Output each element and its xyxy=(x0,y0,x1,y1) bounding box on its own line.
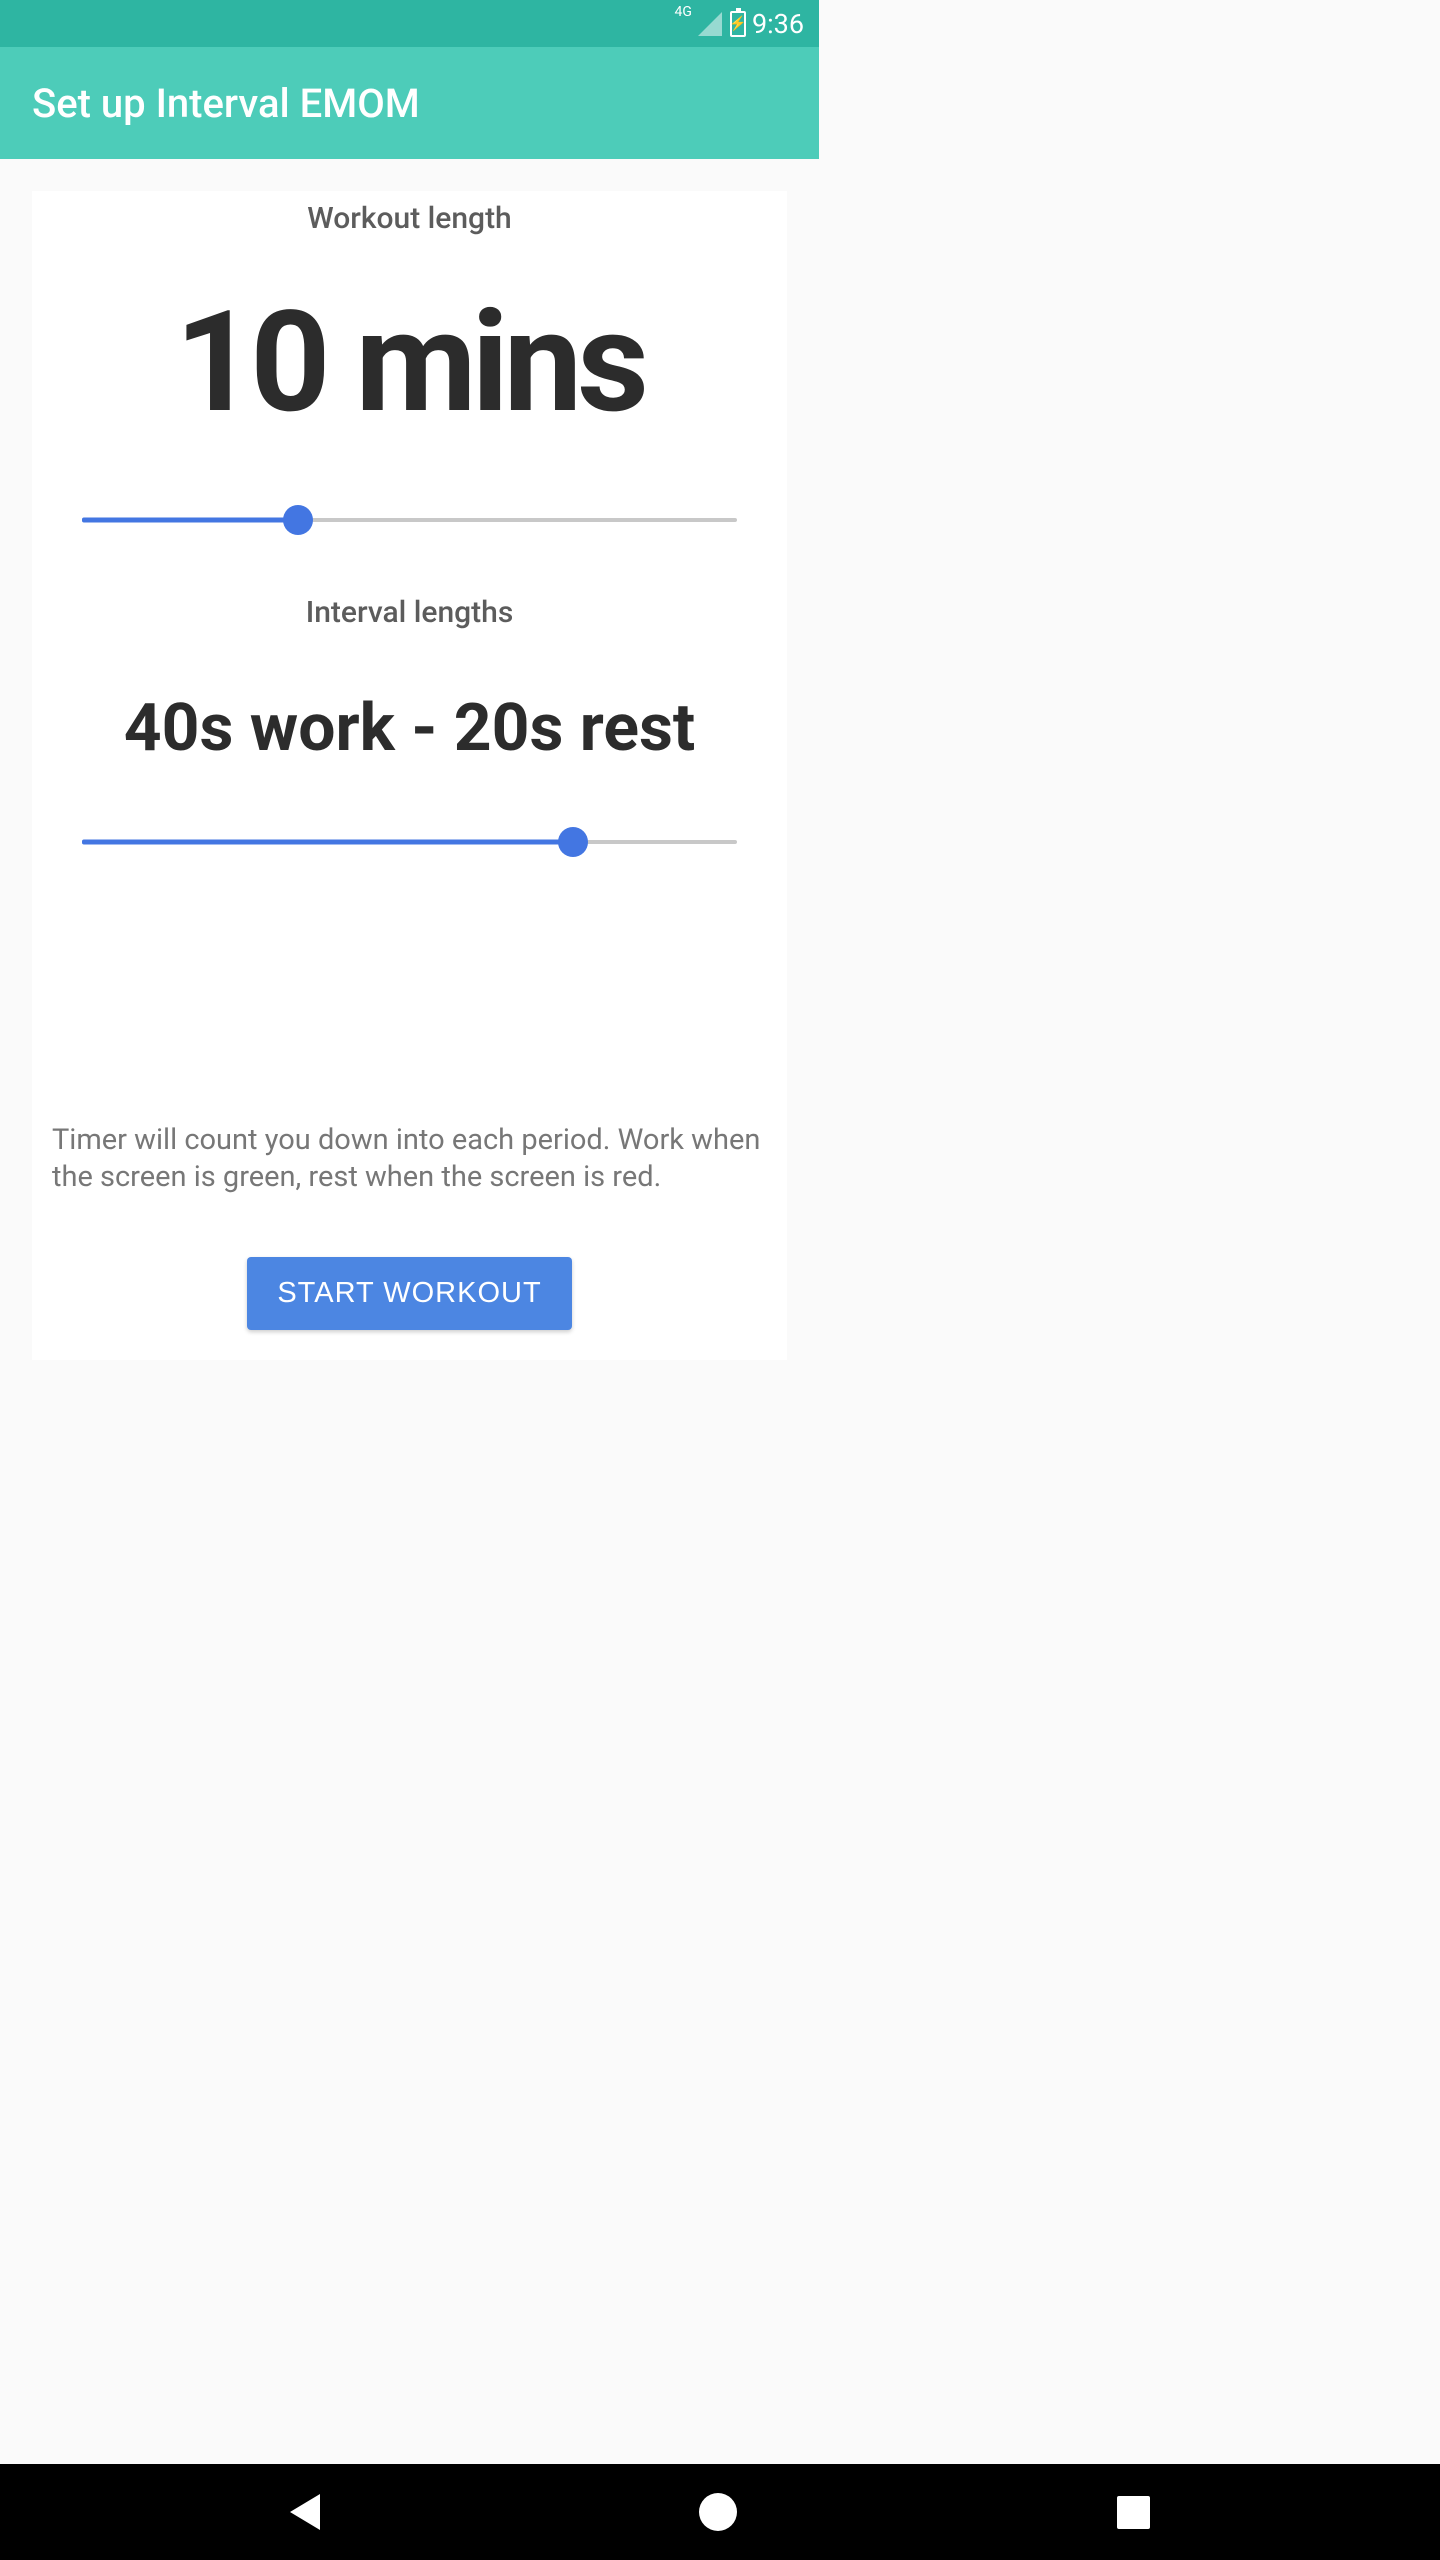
workout-length-label: Workout length xyxy=(32,201,787,236)
workout-length-value: 10 mins xyxy=(32,281,787,445)
page-title: Set up Interval EMOM xyxy=(32,80,420,127)
recent-apps-button[interactable] xyxy=(1117,2496,1150,2529)
interval-lengths-label: Interval lengths xyxy=(32,595,787,630)
status-time: 9:36 xyxy=(752,8,804,40)
interval-lengths-slider[interactable] xyxy=(82,827,737,857)
slider-fill xyxy=(82,518,298,523)
slider-fill xyxy=(82,840,573,845)
interval-lengths-value: 40s work - 20s rest xyxy=(32,690,787,767)
start-workout-button[interactable]: START WORKOUT xyxy=(247,1257,571,1330)
battery-icon: ⚡ xyxy=(730,11,746,37)
workout-length-slider[interactable] xyxy=(82,505,737,535)
content-card: Workout length 10 mins Interval lengths … xyxy=(32,191,787,1360)
description-text: Timer will count you down into each peri… xyxy=(32,1122,787,1197)
home-button[interactable] xyxy=(699,2493,737,2531)
nav-bar xyxy=(0,2464,1440,2560)
slider-thumb[interactable] xyxy=(283,505,313,535)
slider-thumb[interactable] xyxy=(558,827,588,857)
status-bar: 4G ⚡ 9:36 xyxy=(0,0,819,47)
signal-icon xyxy=(698,12,722,36)
back-button[interactable] xyxy=(290,2494,320,2530)
network-label: 4G xyxy=(675,4,692,20)
app-bar: Set up Interval EMOM xyxy=(0,47,819,159)
